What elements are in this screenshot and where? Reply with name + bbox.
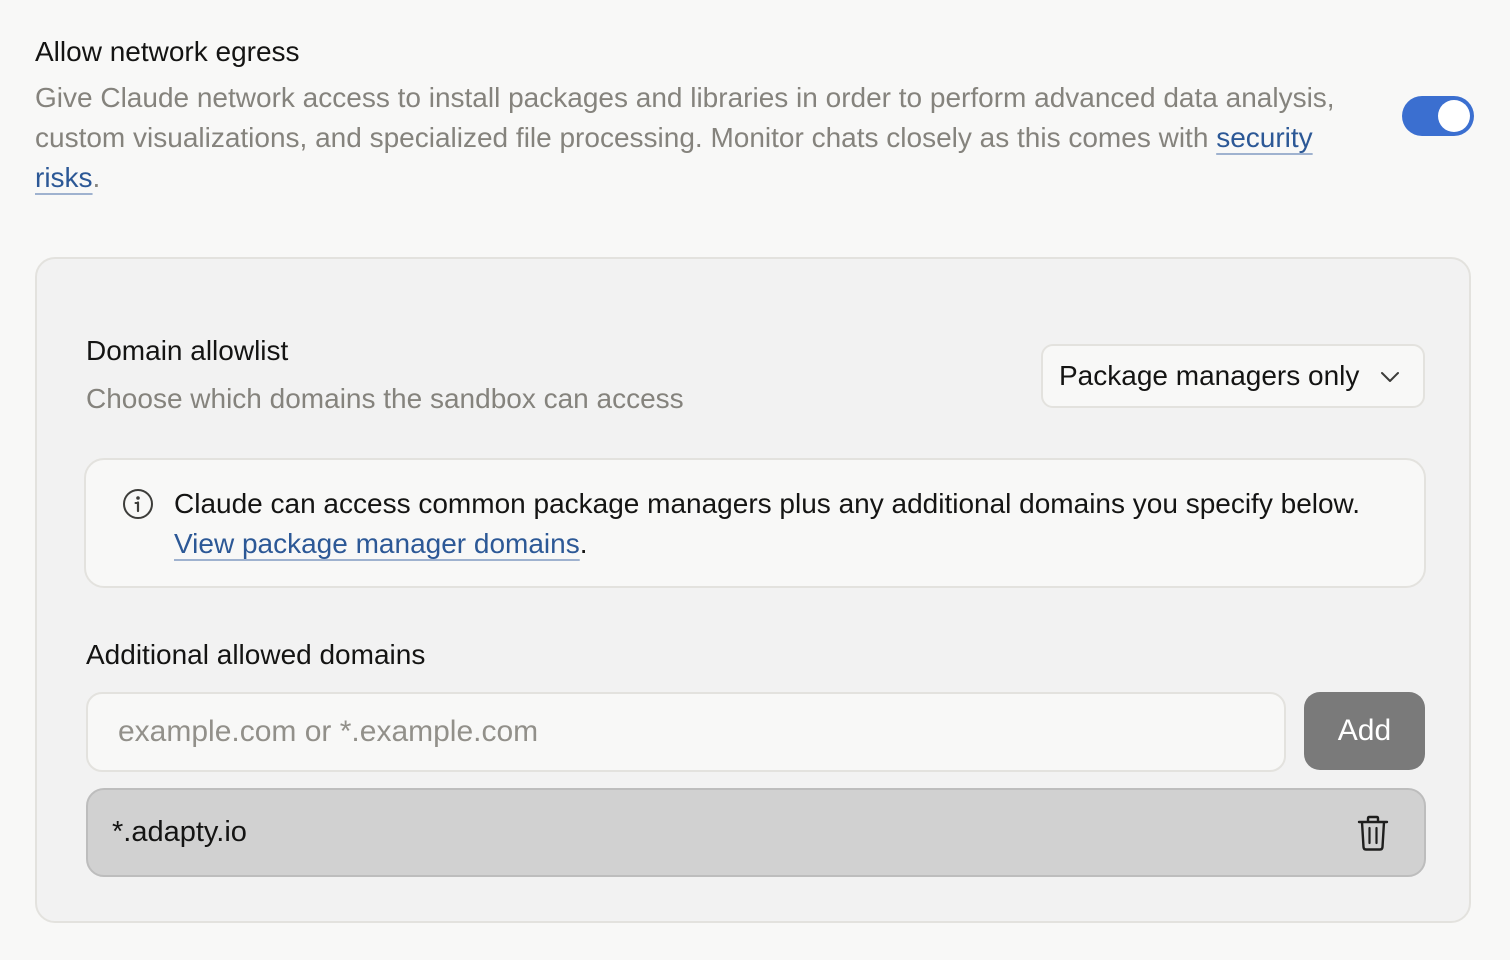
info-text-end: . xyxy=(579,528,588,559)
chevron-down-icon xyxy=(1381,372,1399,382)
info-callout: Claude can access common package manager… xyxy=(84,458,1426,588)
info-text: Claude can access common package manager… xyxy=(174,484,1374,564)
allowlist-select-value: Package managers only xyxy=(1059,360,1360,391)
egress-title: Allow network egress xyxy=(35,36,300,67)
info-text-body: Claude can access common package manager… xyxy=(174,488,1361,519)
view-package-manager-domains-link[interactable]: View package manager domains xyxy=(174,528,580,559)
egress-toggle[interactable] xyxy=(1402,96,1474,136)
domain-value: *.adapty.io xyxy=(112,816,247,848)
egress-description-text: Give Claude network access to install pa… xyxy=(35,82,1335,153)
network-egress-section: Allow network egress Give Claude network… xyxy=(35,30,1475,198)
egress-description-end: . xyxy=(92,162,101,193)
domain-list-item: *.adapty.io xyxy=(86,788,1426,877)
toggle-knob xyxy=(1438,100,1470,132)
domain-input[interactable] xyxy=(86,692,1286,772)
additional-domains-title: Additional allowed domains xyxy=(86,639,426,670)
allowlist-select[interactable]: Package managers only xyxy=(1041,344,1425,408)
allowlist-subtitle: Choose which domains the sandbox can acc… xyxy=(86,383,684,414)
egress-description: Give Claude network access to install pa… xyxy=(35,78,1335,198)
allowlist-title: Domain allowlist xyxy=(86,335,289,366)
info-circle-icon xyxy=(123,489,153,519)
add-domain-button[interactable]: Add xyxy=(1304,692,1425,770)
allowlist-panel: Domain allowlist Choose which domains th… xyxy=(35,257,1471,923)
trash-icon[interactable] xyxy=(1356,814,1390,852)
